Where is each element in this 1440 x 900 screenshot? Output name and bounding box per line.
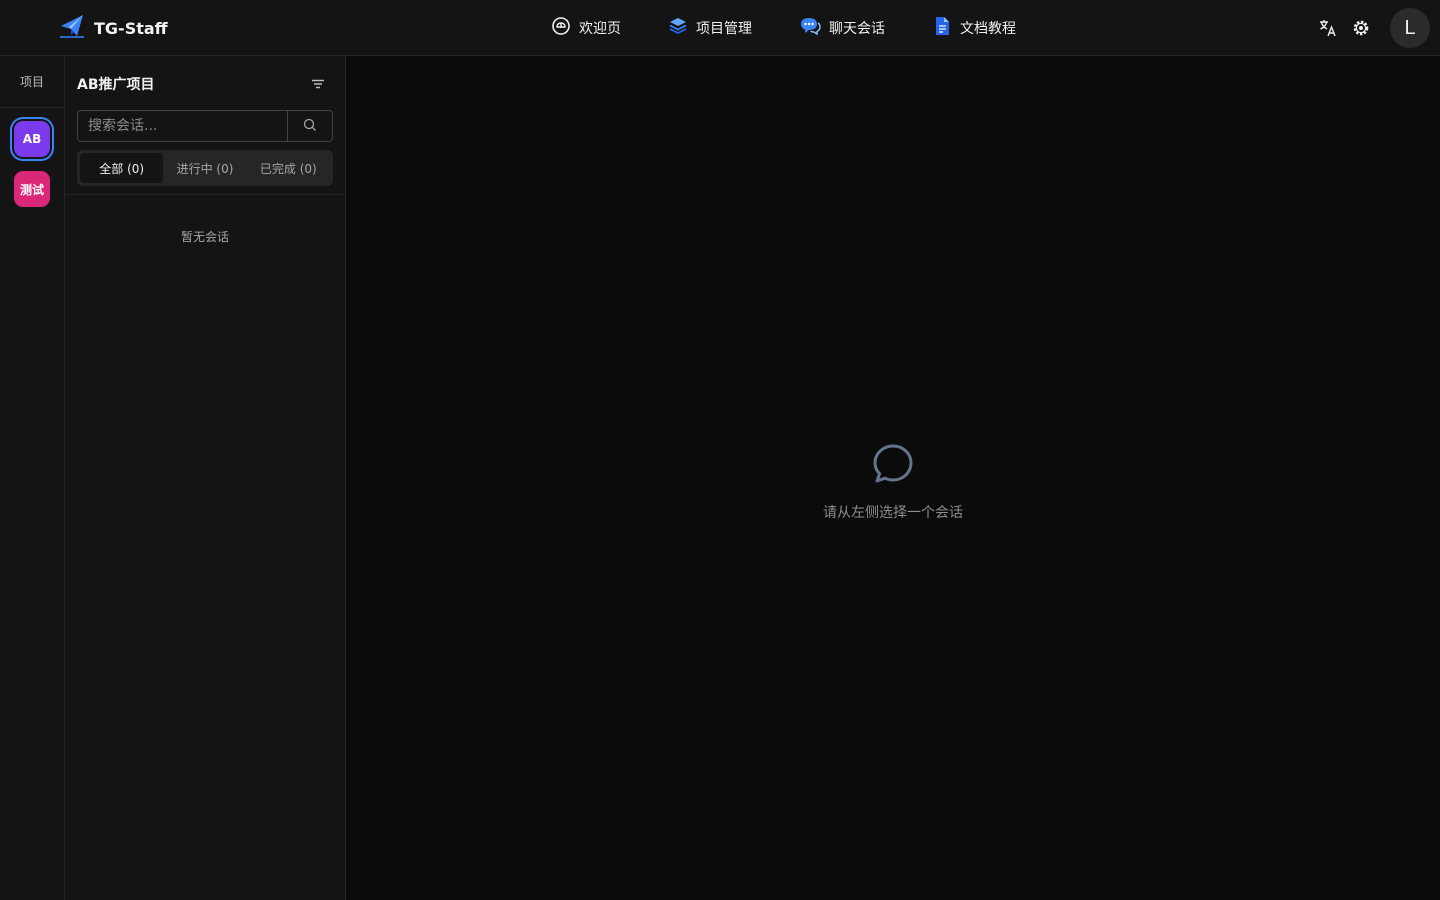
document-icon xyxy=(932,16,952,40)
layers-icon xyxy=(668,16,688,40)
settings-gear-icon[interactable] xyxy=(1350,17,1372,39)
search-icon xyxy=(303,117,317,136)
header-actions: L xyxy=(1317,8,1430,48)
paper-plane-logo-icon xyxy=(58,12,86,44)
search-box xyxy=(77,110,333,142)
tab-all[interactable]: 全部 (0) xyxy=(80,153,164,183)
brand[interactable]: TG-Staff xyxy=(58,14,168,42)
search-button[interactable] xyxy=(287,110,333,142)
chat-bubble-icon xyxy=(871,442,915,490)
brand-name: TG-Staff xyxy=(94,18,168,38)
user-avatar[interactable]: L xyxy=(1390,8,1430,48)
filter-icon[interactable] xyxy=(310,76,326,92)
translate-icon[interactable] xyxy=(1317,17,1339,39)
project-title: AB推广项目 xyxy=(77,77,155,93)
project-avatar-ab[interactable]: AB xyxy=(14,121,50,157)
nav-item-welcome[interactable]: 欢迎页 xyxy=(551,16,621,40)
search-input[interactable] xyxy=(77,110,287,142)
tab-completed[interactable]: 已完成 (0) xyxy=(247,153,330,183)
empty-chat-placeholder: 请从左侧选择一个会话 xyxy=(346,442,1440,522)
top-navigation-bar: TG-Staff 欢迎页 项目管理 聊天会话 文档教程 L xyxy=(0,0,1440,56)
nav-item-chats[interactable]: 聊天会话 xyxy=(799,16,885,40)
nav-label: 欢迎页 xyxy=(579,21,621,37)
nav-label: 项目管理 xyxy=(696,21,752,37)
divider xyxy=(65,194,345,195)
empty-conversations-text: 暂无会话 xyxy=(180,230,229,244)
chat-main-area: 请从左侧选择一个会话 xyxy=(346,56,1440,900)
project-rail: 项目 AB 测试 xyxy=(0,56,65,900)
chat-bubbles-icon xyxy=(799,16,821,40)
select-conversation-hint: 请从左侧选择一个会话 xyxy=(823,505,963,521)
tab-in-progress[interactable]: 进行中 (0) xyxy=(163,153,246,183)
welcome-icon xyxy=(551,16,571,40)
status-tabs: 全部 (0) 进行中 (0) 已完成 (0) xyxy=(77,150,333,186)
nav-label: 聊天会话 xyxy=(829,21,885,37)
rail-label: 项目 xyxy=(0,56,64,108)
project-avatar-test[interactable]: 测试 xyxy=(14,171,50,207)
nav-item-docs[interactable]: 文档教程 xyxy=(932,16,1016,40)
nav-item-projects[interactable]: 项目管理 xyxy=(668,16,752,40)
conversation-panel: AB推广项目 全部 (0) 进行中 (0) 已完成 (0) 暂无会话 xyxy=(65,56,346,900)
nav-label: 文档教程 xyxy=(960,21,1016,37)
main-nav: 欢迎页 项目管理 聊天会话 文档教程 xyxy=(551,14,1016,42)
